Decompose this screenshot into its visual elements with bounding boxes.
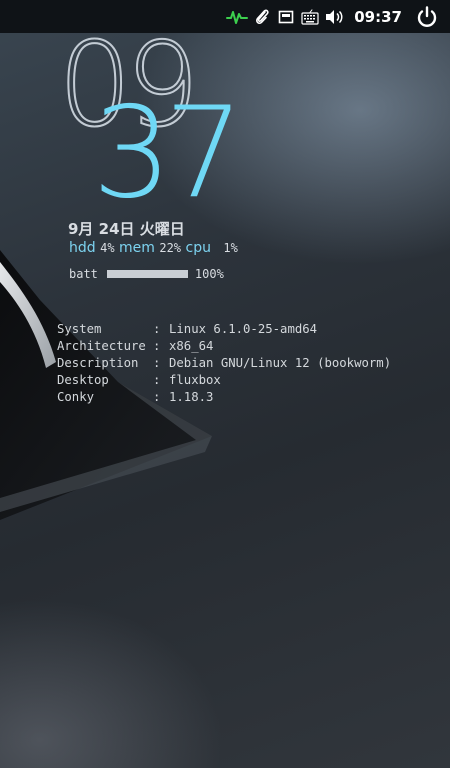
system-info-row: Description: Debian GNU/Linux 12 (bookwor…	[57, 355, 391, 372]
system-info-row: Conky:1.18.3	[57, 389, 391, 406]
battery-bar	[106, 270, 188, 278]
network-icon[interactable]	[274, 0, 298, 33]
separator: :	[153, 339, 161, 353]
system-info: System: Linux 6.1.0-25-amd64 Architecture…	[57, 321, 391, 406]
resource-stats: hdd 4% mem 22% cpu 1%	[69, 240, 238, 256]
hdd-label: hdd	[69, 240, 96, 256]
activity-monitor-icon[interactable]	[224, 0, 250, 33]
keyboard-icon[interactable]	[298, 0, 322, 33]
system-info-value: fluxbox	[169, 373, 221, 387]
system-info-key: Architecture	[57, 339, 146, 353]
cpu-value: 1%	[223, 241, 238, 255]
battery-label: batt	[69, 267, 98, 281]
battery-value: 100%	[194, 267, 224, 281]
separator: :	[153, 322, 161, 336]
date-display: 9月 24日 火曜日	[68, 220, 185, 238]
mem-label: mem	[119, 240, 155, 256]
cpu-label: cpu	[185, 240, 211, 256]
system-info-value: Linux 6.1.0-25-amd64	[169, 322, 318, 336]
power-icon[interactable]	[414, 0, 440, 33]
panel-clock[interactable]: 09:37	[354, 8, 402, 26]
separator: :	[153, 390, 161, 404]
battery-bar-fill	[106, 270, 188, 278]
system-info-row: Architecture: x86_64	[57, 338, 391, 355]
mem-value: 22%	[159, 241, 182, 255]
system-info-row: System: Linux 6.1.0-25-amd64	[57, 321, 391, 338]
clock-minute: 37	[92, 79, 244, 226]
system-info-key: Description	[57, 356, 139, 370]
volume-icon[interactable]	[322, 0, 346, 33]
paperclip-icon[interactable]	[250, 0, 274, 33]
system-info-key: System	[57, 322, 102, 336]
separator: :	[153, 373, 161, 387]
system-info-row: Desktop: fluxbox	[57, 372, 391, 389]
desktop: 09:37 09 37 9月 24日 火曜日 hdd 4% mem 22% cp…	[0, 0, 450, 768]
system-info-key: Conky	[57, 390, 95, 404]
system-info-value: x86_64	[169, 339, 214, 353]
system-info-key: Desktop	[57, 373, 109, 387]
system-info-value: Debian GNU/Linux 12 (bookworm)	[169, 356, 392, 370]
system-info-value: 1.18.3	[169, 390, 214, 404]
battery-row: batt 100%	[69, 267, 224, 281]
hdd-value: 4%	[100, 241, 115, 255]
separator: :	[153, 356, 161, 370]
